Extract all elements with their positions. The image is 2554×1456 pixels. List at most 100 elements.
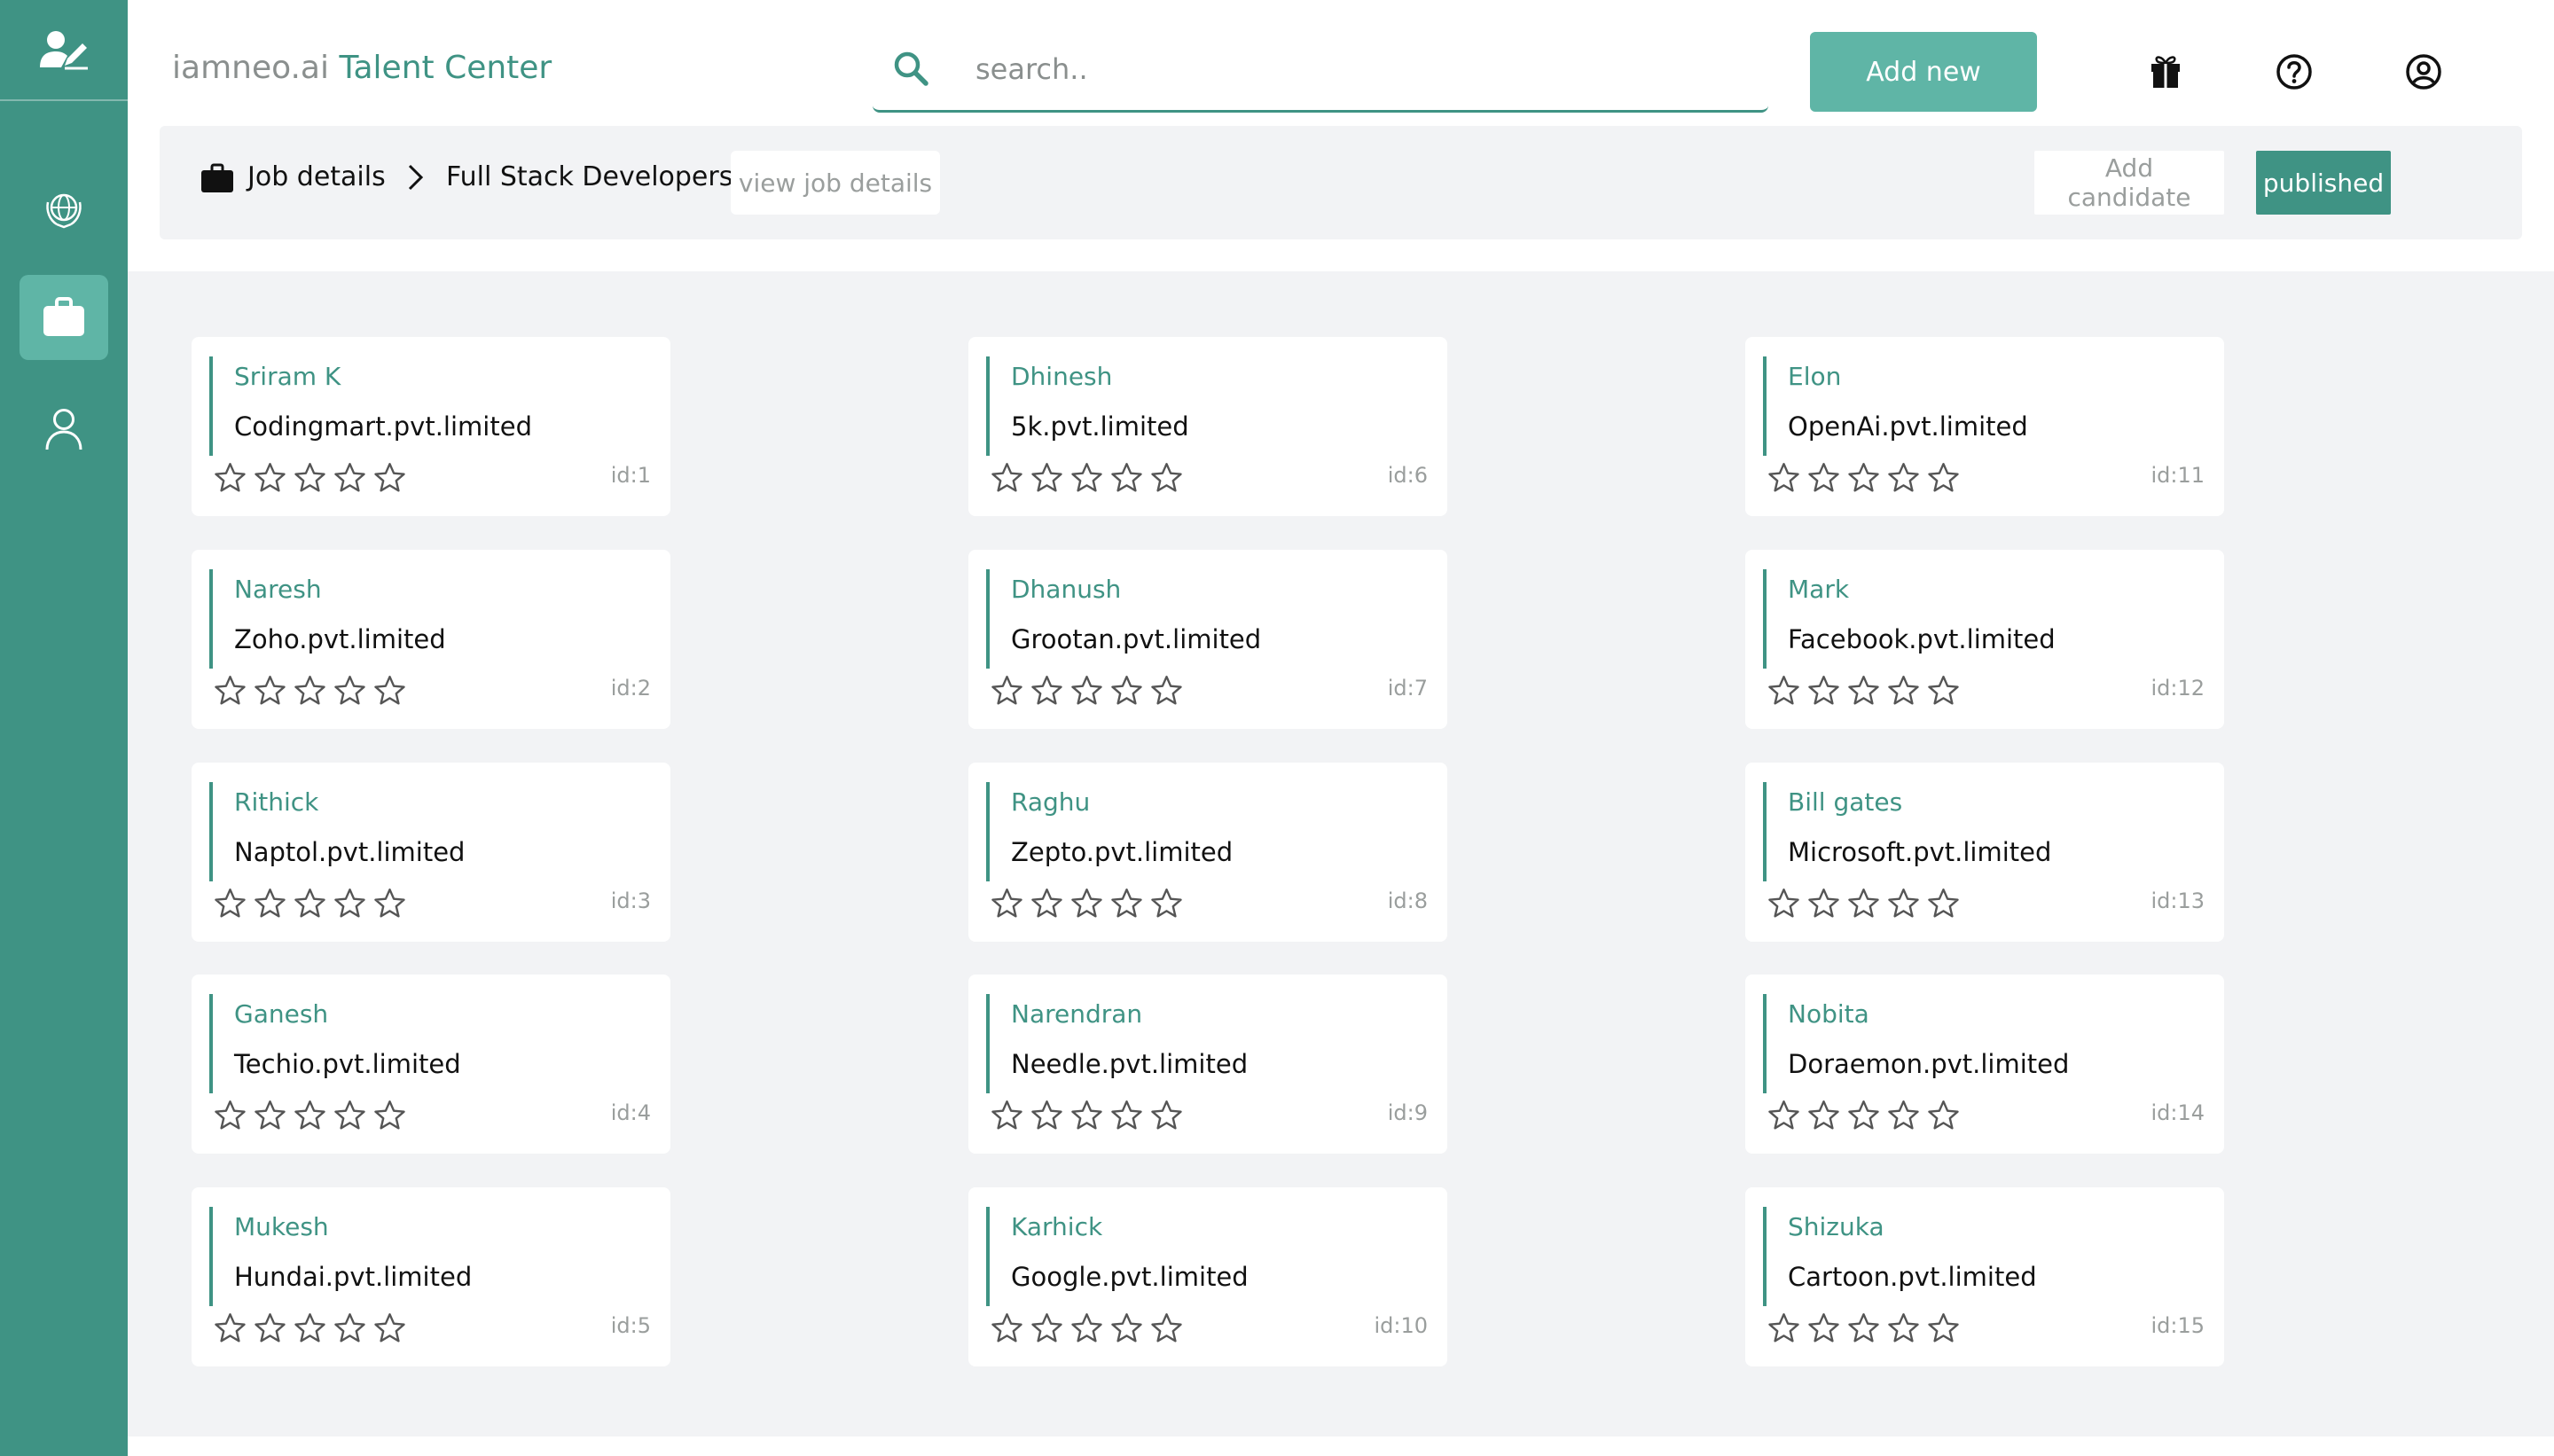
star-icon[interactable] xyxy=(990,674,1024,708)
candidate-card[interactable]: Dhanush Grootan.pvt.limited id:7 xyxy=(968,550,1447,729)
candidate-name[interactable]: Rithick xyxy=(234,787,318,817)
star-icon[interactable] xyxy=(333,461,367,496)
star-icon[interactable] xyxy=(1767,1099,1801,1133)
sidebar-item-profile[interactable] xyxy=(20,387,108,472)
account-icon[interactable] xyxy=(2403,51,2444,92)
star-icon[interactable] xyxy=(1806,674,1841,708)
star-icon[interactable] xyxy=(333,1099,367,1133)
star-icon[interactable] xyxy=(333,887,367,921)
star-icon[interactable] xyxy=(1767,1311,1801,1346)
candidate-card[interactable]: Narendran Needle.pvt.limited id:9 xyxy=(968,975,1447,1154)
candidate-card[interactable]: Mark Facebook.pvt.limited id:12 xyxy=(1745,550,2224,729)
star-icon[interactable] xyxy=(213,1311,247,1346)
star-icon[interactable] xyxy=(990,461,1024,496)
candidate-card[interactable]: Elon OpenAi.pvt.limited id:11 xyxy=(1745,337,2224,516)
star-icon[interactable] xyxy=(213,1099,247,1133)
candidate-card[interactable]: Shizuka Cartoon.pvt.limited id:15 xyxy=(1745,1187,2224,1366)
star-icon[interactable] xyxy=(293,674,327,708)
star-icon[interactable] xyxy=(1886,461,1921,496)
candidate-name[interactable]: Nobita xyxy=(1788,999,1869,1029)
candidate-name[interactable]: Sriram K xyxy=(234,362,341,391)
star-icon[interactable] xyxy=(1846,1099,1881,1133)
candidate-name[interactable]: Shizuka xyxy=(1788,1212,1884,1241)
star-icon[interactable] xyxy=(1806,1099,1841,1133)
candidate-card[interactable]: Dhinesh 5k.pvt.limited id:6 xyxy=(968,337,1447,516)
star-icon[interactable] xyxy=(253,1311,287,1346)
candidate-card[interactable]: Karhick Google.pvt.limited id:10 xyxy=(968,1187,1447,1366)
candidate-name[interactable]: Dhinesh xyxy=(1011,362,1112,391)
star-icon[interactable] xyxy=(1149,1099,1184,1133)
star-icon[interactable] xyxy=(1767,461,1801,496)
recruiter-logo-icon[interactable] xyxy=(0,0,128,101)
star-icon[interactable] xyxy=(293,887,327,921)
add-candidate-button[interactable]: Add candidate xyxy=(2034,151,2224,215)
star-icon[interactable] xyxy=(1926,461,1961,496)
sidebar-item-jobs[interactable] xyxy=(20,275,108,360)
star-icon[interactable] xyxy=(372,1311,407,1346)
star-icon[interactable] xyxy=(1149,1311,1184,1346)
star-icon[interactable] xyxy=(1149,887,1184,921)
star-icon[interactable] xyxy=(293,1311,327,1346)
star-icon[interactable] xyxy=(253,461,287,496)
star-icon[interactable] xyxy=(1767,887,1801,921)
candidate-name[interactable]: Ganesh xyxy=(234,999,328,1029)
star-icon[interactable] xyxy=(1806,1311,1841,1346)
star-icon[interactable] xyxy=(1109,674,1144,708)
star-icon[interactable] xyxy=(213,887,247,921)
candidate-name[interactable]: Bill gates xyxy=(1788,787,1902,817)
star-icon[interactable] xyxy=(213,461,247,496)
star-icon[interactable] xyxy=(1109,887,1144,921)
star-icon[interactable] xyxy=(1886,1311,1921,1346)
star-icon[interactable] xyxy=(1926,887,1961,921)
star-icon[interactable] xyxy=(293,461,327,496)
candidate-card[interactable]: Naresh Zoho.pvt.limited id:2 xyxy=(192,550,670,729)
star-icon[interactable] xyxy=(333,1311,367,1346)
candidate-name[interactable]: Naresh xyxy=(234,575,322,604)
star-icon[interactable] xyxy=(1069,887,1104,921)
star-icon[interactable] xyxy=(1926,1099,1961,1133)
star-icon[interactable] xyxy=(1846,461,1881,496)
star-icon[interactable] xyxy=(1846,887,1881,921)
star-icon[interactable] xyxy=(1069,1099,1104,1133)
star-icon[interactable] xyxy=(1767,674,1801,708)
candidate-name[interactable]: Mukesh xyxy=(234,1212,329,1241)
star-icon[interactable] xyxy=(1109,1311,1144,1346)
help-icon[interactable] xyxy=(2274,51,2315,92)
star-icon[interactable] xyxy=(372,887,407,921)
star-icon[interactable] xyxy=(990,887,1024,921)
search-input[interactable] xyxy=(974,48,1740,90)
star-icon[interactable] xyxy=(253,887,287,921)
star-icon[interactable] xyxy=(372,461,407,496)
star-icon[interactable] xyxy=(1069,461,1104,496)
star-icon[interactable] xyxy=(1149,461,1184,496)
breadcrumb-job-details[interactable]: Job details xyxy=(247,161,386,192)
view-job-details-button[interactable]: view job details xyxy=(731,151,940,215)
star-icon[interactable] xyxy=(1806,887,1841,921)
star-icon[interactable] xyxy=(333,674,367,708)
candidate-name[interactable]: Elon xyxy=(1788,362,1841,391)
star-icon[interactable] xyxy=(990,1099,1024,1133)
star-icon[interactable] xyxy=(1030,1099,1064,1133)
star-icon[interactable] xyxy=(253,674,287,708)
candidate-card[interactable]: Raghu Zepto.pvt.limited id:8 xyxy=(968,763,1447,942)
candidate-name[interactable]: Mark xyxy=(1788,575,1849,604)
star-icon[interactable] xyxy=(1926,1311,1961,1346)
star-icon[interactable] xyxy=(1806,461,1841,496)
star-icon[interactable] xyxy=(1886,1099,1921,1133)
star-icon[interactable] xyxy=(1846,1311,1881,1346)
sidebar-item-globe[interactable] xyxy=(20,165,108,250)
candidate-card[interactable]: Ganesh Techio.pvt.limited id:4 xyxy=(192,975,670,1154)
star-icon[interactable] xyxy=(1069,674,1104,708)
star-icon[interactable] xyxy=(1030,461,1064,496)
star-icon[interactable] xyxy=(372,674,407,708)
star-icon[interactable] xyxy=(1886,887,1921,921)
star-icon[interactable] xyxy=(253,1099,287,1133)
star-icon[interactable] xyxy=(213,674,247,708)
star-icon[interactable] xyxy=(1069,1311,1104,1346)
candidate-name[interactable]: Narendran xyxy=(1011,999,1142,1029)
star-icon[interactable] xyxy=(1886,674,1921,708)
gift-icon[interactable] xyxy=(2145,51,2186,92)
star-icon[interactable] xyxy=(990,1311,1024,1346)
star-icon[interactable] xyxy=(293,1099,327,1133)
candidate-name[interactable]: Karhick xyxy=(1011,1212,1102,1241)
